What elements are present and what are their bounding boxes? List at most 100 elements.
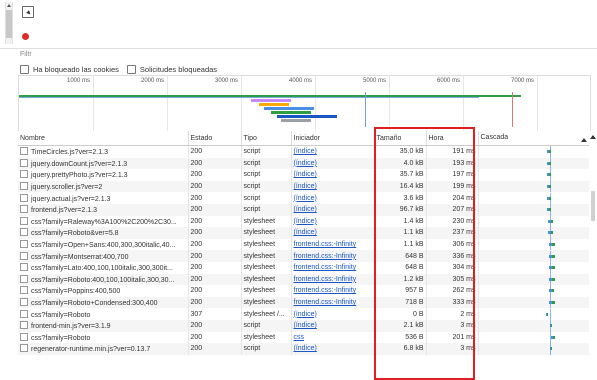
cell-initiator[interactable]: (índice) (291, 308, 375, 320)
initiator-link[interactable]: (índice) (294, 311, 317, 318)
initiator-link[interactable]: (índice) (294, 218, 317, 225)
cell-name[interactable]: css?family=Montserrat:400,700 (18, 250, 189, 262)
table-row[interactable]: frontend-min.js?ver=3.1.9 200 script (índic… (18, 319, 590, 332)
filter-input[interactable]: Filtr (20, 51, 32, 58)
initiator-link[interactable]: (índice) (294, 148, 317, 155)
cell-initiator[interactable]: (índice) (291, 215, 375, 228)
initiator-link[interactable]: css (294, 334, 305, 341)
initiator-link[interactable]: (índice) (294, 195, 317, 202)
cell-name[interactable]: TimeCircles.js?ver=2.1.3 (18, 145, 189, 158)
cell-initiator[interactable]: frontend.css:-Infinity (291, 296, 375, 309)
cell-initiator[interactable]: (índice) (291, 227, 375, 239)
cell-name[interactable]: css?family=Lato:400,100,100italic,300,30… (18, 261, 189, 274)
cell-initiator[interactable]: frontend.css:-Infinity (291, 250, 375, 262)
initiator-link[interactable]: (índice) (294, 171, 317, 178)
cell-time: 333 ms (426, 296, 479, 309)
initiator-link[interactable]: (índice) (294, 345, 317, 352)
initiator-link[interactable]: (índice) (294, 160, 317, 167)
panel-scrollbar[interactable] (5, 2, 13, 44)
initiator-link[interactable]: frontend.css:-Infinity (294, 241, 357, 248)
initiator-link[interactable]: frontend.css:-Infinity (294, 276, 357, 283)
column-header-initiator[interactable]: Iniciador (291, 131, 375, 146)
table-row[interactable]: css?family=Montserrat:400,700 200 styleshe… (18, 250, 590, 262)
cell-initiator[interactable]: frontend.css:-Infinity (291, 261, 375, 274)
blocked-cookies-checkbox[interactable] (20, 65, 29, 74)
cell-initiator[interactable]: (índice) (291, 192, 375, 204)
cell-initiator[interactable]: frontend.css:-Infinity (291, 273, 375, 286)
cell-name[interactable]: jquery.scroller.js?ver=2 (18, 180, 189, 193)
cell-initiator[interactable]: (índice) (291, 180, 375, 193)
timeline-overview[interactable]: 1000 ms 2000 ms 3000 ms 4000 ms 5000 ms … (18, 75, 591, 132)
column-header-waterfall[interactable]: Cascada (478, 131, 590, 146)
table-row[interactable]: jquery.actual.js?ver=2.1.3 200 script (índi… (18, 192, 590, 204)
table-scrollbar[interactable] (589, 131, 597, 380)
cell-waterfall (478, 331, 590, 344)
cell-name[interactable]: jquery.prettyPhoto.js?ver=2.1.3 (18, 169, 189, 181)
cell-name[interactable]: frontend.js?ver=2.1.3 (18, 203, 189, 216)
scroll-thumb[interactable] (6, 10, 12, 38)
table-row[interactable]: TimeCircles.js?ver=2.1.3 200 script (índice… (18, 145, 590, 158)
blocked-requests-checkbox[interactable] (126, 65, 136, 74)
cell-name[interactable]: css?family=Roboto+Condensed:300,400 (18, 296, 189, 309)
table-row[interactable]: jquery.downCount.js?ver=2.1.3 200 script (í… (18, 157, 590, 170)
table-row[interactable]: jquery.scroller.js?ver=2 200 script (índice… (18, 180, 590, 193)
initiator-link[interactable]: (índice) (294, 206, 317, 213)
initiator-link[interactable]: frontend.css:-Infinity (294, 299, 357, 306)
cell-initiator[interactable]: (índice) (291, 145, 375, 158)
initiator-link[interactable]: frontend.css:-Infinity (294, 264, 357, 271)
cell-waterfall (478, 169, 590, 181)
table-row[interactable]: regenerator-runtime.min.js?ver=0.13.7 200… (18, 343, 590, 355)
cell-initiator[interactable]: (índice) (291, 343, 375, 355)
initiator-link[interactable]: frontend.css:-Infinity (294, 287, 357, 294)
initiator-link[interactable]: (índice) (294, 322, 317, 329)
column-header-status[interactable]: Estado (188, 131, 242, 146)
column-header-name[interactable]: Nombre (18, 131, 189, 146)
initiator-link[interactable]: frontend.css:-Infinity (294, 253, 357, 260)
cell-name[interactable]: css?family=Roboto:400,100,100italic,300,… (18, 273, 189, 286)
cell-initiator[interactable]: (índice) (291, 203, 375, 216)
cell-initiator[interactable]: frontend.css:-Infinity (291, 238, 375, 251)
cell-name[interactable]: css?family=Poppins:400,500 (18, 285, 189, 297)
cell-initiator[interactable]: (índice) (291, 169, 375, 181)
column-header-time[interactable]: Hora (426, 131, 479, 146)
scroll-up-arrow-icon[interactable] (590, 135, 596, 139)
waterfall-track (481, 320, 587, 332)
cell-name[interactable]: css?family=Roboto (18, 331, 189, 344)
table-row[interactable]: css?family=Raleway%3A100%2C200%2C30... 20… (18, 215, 590, 228)
request-name: css?family=Roboto (31, 311, 91, 319)
table-row[interactable]: css?family=Poppins:400,500 200 stylesheet f… (18, 285, 590, 297)
cell-initiator[interactable]: frontend.css:-Infinity (291, 285, 375, 297)
cell-initiator[interactable]: css (291, 331, 375, 344)
cell-name[interactable]: css?family=Roboto&ver=5.8 (18, 227, 189, 239)
table-row[interactable]: css?family=Roboto:400,100,100italic,300,… (18, 273, 590, 286)
cell-type: script (241, 343, 292, 355)
scroll-up-arrow-icon[interactable] (7, 4, 11, 7)
cell-name[interactable]: css?family=Raleway%3A100%2C200%2C30... (18, 215, 189, 228)
table-row[interactable]: css?family=Open+Sans:400,300,300italic,4… (18, 238, 590, 251)
table-row[interactable]: css?family=Lato:400,100,100italic,300,30… (18, 261, 590, 274)
table-row[interactable]: frontend.js?ver=2.1.3 200 script (índice) 96… (18, 203, 590, 216)
scroll-thumb[interactable] (591, 191, 595, 221)
initiator-link[interactable]: (índice) (294, 183, 317, 190)
table-row[interactable]: css?family=Roboto&ver=5.8 200 stylesheet (í… (18, 227, 590, 239)
cell-initiator[interactable]: (índice) (291, 157, 375, 170)
table-row[interactable]: jquery.prettyPhoto.js?ver=2.1.3 200 script… (18, 169, 590, 181)
cell-name[interactable]: regenerator-runtime.min.js?ver=0.13.7 (18, 343, 189, 355)
cell-name[interactable]: css?family=Roboto (18, 308, 189, 320)
cell-status: 200 (188, 203, 242, 216)
cell-name[interactable]: jquery.actual.js?ver=2.1.3 (18, 192, 189, 204)
record-button[interactable] (22, 33, 29, 40)
cell-status: 200 (188, 273, 242, 286)
waterfall-track (481, 297, 587, 309)
table-row[interactable]: css?family=Roboto 307 stylesheet /... (índi… (18, 308, 590, 320)
table-row[interactable]: css?family=Roboto+Condensed:300,400 200st… (18, 296, 590, 309)
cell-name[interactable]: jquery.downCount.js?ver=2.1.3 (18, 157, 189, 170)
cell-name[interactable]: css?family=Open+Sans:400,300,300italic,4… (18, 238, 189, 251)
table-row[interactable]: css?family=Roboto 200 stylesheet css 536 B 20… (18, 331, 590, 344)
cell-name[interactable]: frontend-min.js?ver=3.1.9 (18, 319, 189, 332)
column-header-size[interactable]: Tamaño (374, 131, 427, 146)
column-header-type[interactable]: Tipo (241, 131, 292, 146)
waterfall-label: Cascada (480, 134, 509, 141)
cell-initiator[interactable]: (índice) (291, 319, 375, 332)
initiator-link[interactable]: (índice) (294, 229, 317, 236)
